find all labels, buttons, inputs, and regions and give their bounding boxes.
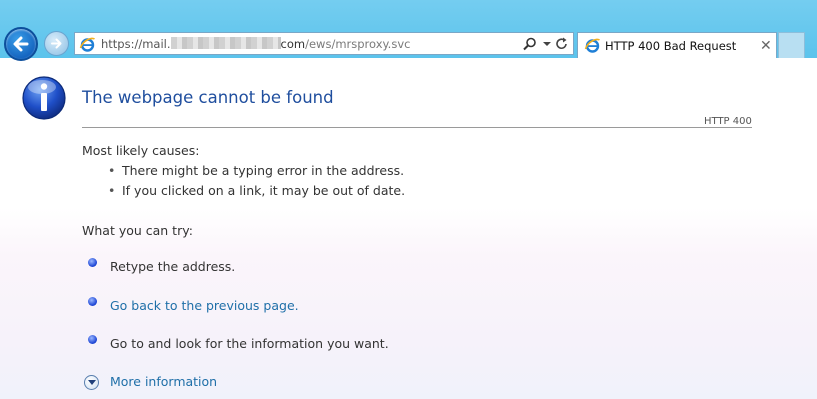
try-heading: What you can try:: [82, 223, 193, 238]
list-item: • There might be a typing error in the ad…: [108, 163, 404, 178]
suggestion-retype: Retype the address.: [110, 259, 236, 274]
redacted-url-segment: [170, 37, 281, 49]
url-domain-tail: com: [280, 37, 306, 51]
ie-page-icon: [79, 37, 95, 52]
page-title: The webpage cannot be found: [82, 88, 334, 107]
url-prefix: https://mail.: [101, 37, 171, 51]
search-icon[interactable]: [521, 36, 539, 52]
arrow-left-icon: [13, 36, 29, 52]
new-tab-button[interactable]: [778, 32, 805, 58]
close-icon[interactable]: ✕: [760, 37, 772, 54]
list-item: • If you clicked on a link, it may be out…: [108, 183, 405, 198]
browser-toolbar: https://mail. com/ews/mrsproxy.svc HTTP 4…: [0, 0, 817, 61]
arrow-right-icon: [51, 38, 62, 49]
more-information-link[interactable]: More information: [110, 374, 217, 389]
suggestion-go-to: Go to and look for the information you w…: [110, 336, 389, 351]
expand-more-icon[interactable]: [84, 375, 99, 390]
cause-text: There might be a typing error in the add…: [122, 163, 405, 178]
address-bar[interactable]: https://mail. com/ews/mrsproxy.svc: [74, 32, 574, 55]
url-path: /ews/mrsproxy.svc: [305, 37, 411, 51]
address-text[interactable]: https://mail. com/ews/mrsproxy.svc: [101, 37, 410, 51]
go-back-link[interactable]: Go back to the previous page.: [110, 298, 299, 313]
bullet-dot-icon: [88, 258, 97, 267]
bullet: •: [108, 183, 116, 198]
causes-heading: Most likely causes:: [82, 143, 200, 158]
info-icon: [22, 76, 66, 120]
refresh-icon[interactable]: [553, 36, 571, 52]
title-divider: [82, 127, 752, 128]
tab-active[interactable]: HTTP 400 Bad Request ✕: [577, 32, 777, 58]
page-content: The webpage cannot be found HTTP 400 Mos…: [0, 58, 817, 399]
ie-tab-icon: [584, 38, 600, 53]
bullet-dot-icon: [88, 297, 97, 306]
http-status-code: HTTP 400: [704, 116, 752, 127]
bullet: •: [108, 163, 116, 178]
chevron-down-icon: [88, 380, 96, 385]
cause-text: If you clicked on a link, it may be out …: [122, 183, 406, 198]
forward-button[interactable]: [44, 31, 69, 56]
bullet-dot-icon: [88, 335, 97, 344]
tab-title: HTTP 400 Bad Request: [605, 39, 737, 53]
back-button[interactable]: [4, 27, 38, 61]
